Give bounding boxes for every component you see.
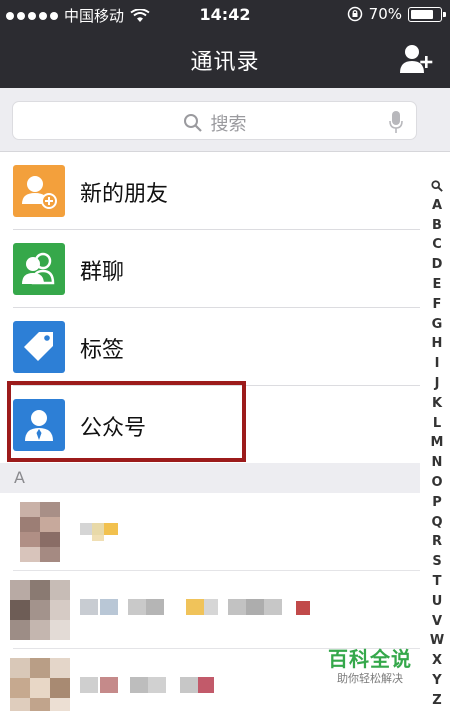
row-label: 标签 [80,338,125,363]
index-letter[interactable]: S [428,552,446,572]
battery-percent: 70% [368,5,402,23]
tag-icon [13,321,65,373]
index-letter[interactable]: G [428,315,446,335]
avatar [10,580,70,640]
index-letter[interactable]: H [428,334,446,354]
index-letter[interactable]: W [428,631,446,651]
microphone-icon[interactable] [388,110,404,134]
new-friend-icon [13,165,65,217]
add-contact-icon[interactable] [400,44,434,74]
index-letter[interactable]: P [428,493,446,513]
search-placeholder: 搜索 [210,114,247,135]
row-new-friends[interactable]: 新的朋友 [0,152,420,230]
index-letter[interactable]: Y [428,671,446,691]
contact-row[interactable] [0,493,420,571]
index-letter[interactable]: B [428,216,446,236]
watermark-logo: 百科全说 助你轻松解决 [322,643,418,686]
contact-row[interactable] [0,571,420,649]
top-bar: 中国移动 14:42 70% 通讯录 [0,0,450,88]
status-bar: 中国移动 14:42 70% [0,0,450,30]
index-letter[interactable]: N [428,453,446,473]
rotation-lock-icon [347,6,362,22]
avatar [10,658,70,711]
highlight-box [7,381,246,462]
index-letter[interactable]: M [428,433,446,453]
index-letter[interactable]: Q [428,513,446,533]
page-title: 通讯录 [190,50,260,75]
section-letter: A [14,468,25,487]
section-header: A [0,463,420,493]
search-icon [183,114,202,132]
index-letter[interactable]: L [428,414,446,434]
row-label: 新的朋友 [80,182,169,207]
index-letter[interactable]: K [428,394,446,414]
index-letter[interactable]: O [428,473,446,493]
watermark-subtitle: 助你轻松解决 [337,672,403,685]
index-letter[interactable]: U [428,592,446,612]
avatar [20,502,60,562]
index-letter[interactable]: V [428,612,446,632]
watermark-title: 百科全说 [328,647,412,671]
index-letter[interactable]: I [428,354,446,374]
index-letter[interactable]: E [428,275,446,295]
index-letter[interactable]: R [428,532,446,552]
index-letter[interactable]: Z [428,691,446,711]
index-letter[interactable]: A [428,196,446,216]
group-chat-icon [13,243,65,295]
row-tags[interactable]: 标签 [0,308,420,386]
index-letter[interactable]: T [428,572,446,592]
index-letter[interactable]: C [428,235,446,255]
row-group-chats[interactable]: 群聊 [0,230,420,308]
index-letter[interactable]: J [428,374,446,394]
index-letter[interactable]: X [428,651,446,671]
index-search-icon[interactable] [428,176,446,196]
battery-icon [408,6,446,22]
alphabet-index[interactable]: ABCDEFGHIJKLMNOPQRSTUVWXYZ# [428,176,446,711]
search-bar: 搜索 [0,88,450,152]
search-input[interactable]: 搜索 [12,101,417,140]
row-label: 群聊 [80,260,125,285]
index-letter[interactable]: D [428,255,446,275]
index-letter[interactable]: F [428,295,446,315]
